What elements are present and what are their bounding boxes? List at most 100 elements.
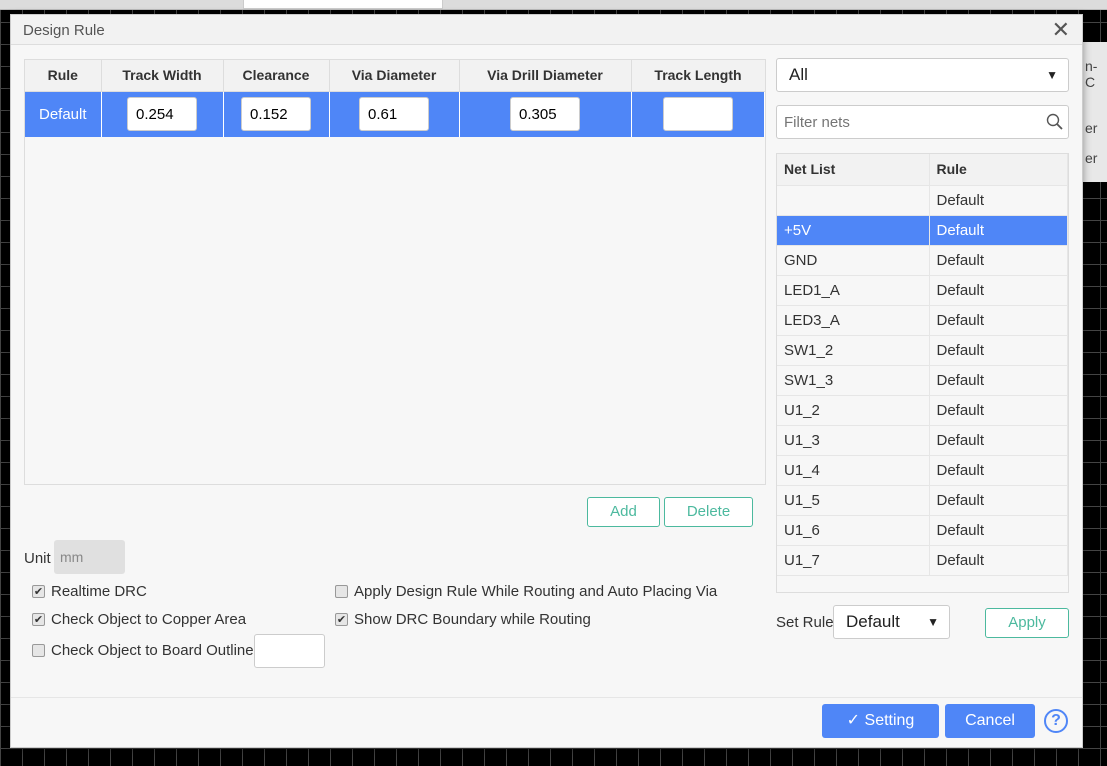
net-name <box>777 185 930 216</box>
checkbox-icon[interactable]: ✔ <box>32 585 45 598</box>
net-row[interactable]: SW1_3 Default <box>777 365 1068 396</box>
via-diameter-input[interactable] <box>359 97 429 132</box>
net-name: U1_3 <box>777 425 930 456</box>
add-button[interactable]: Add <box>587 497 660 527</box>
apply-button[interactable]: Apply <box>985 608 1069 638</box>
net-row[interactable]: U1_4 Default <box>777 455 1068 486</box>
apply-rule-routing-checkbox[interactable]: Apply Design Rule While Routing and Auto… <box>335 583 717 600</box>
side-panel-text: er <box>1085 120 1098 136</box>
chevron-down-icon: ▼ <box>1046 68 1058 82</box>
background-side-panel: n-C er er <box>1083 42 1107 182</box>
net-rule: Default <box>929 275 1068 306</box>
net-name: SW1_3 <box>777 365 930 396</box>
checkbox-icon[interactable] <box>335 585 348 598</box>
help-icon[interactable]: ? <box>1044 709 1068 733</box>
net-name: U1_2 <box>777 395 930 426</box>
checkbox-icon[interactable]: ✔ <box>335 613 348 626</box>
realtime-drc-checkbox[interactable]: ✔ Realtime DRC <box>32 583 147 600</box>
column-header: Track Length <box>631 60 765 92</box>
checkbox-label: Check Object to Copper Area <box>51 611 247 628</box>
column-header: Via Diameter <box>329 60 460 92</box>
net-rule: Default <box>929 455 1068 486</box>
net-name: U1_5 <box>777 485 930 516</box>
delete-button[interactable]: Delete <box>664 497 753 527</box>
net-rule: Default <box>929 515 1068 546</box>
net-name: U1_4 <box>777 455 930 486</box>
unit-label: Unit <box>24 550 51 567</box>
checkbox-icon[interactable]: ✔ <box>32 613 45 626</box>
column-header: Track Width <box>101 60 224 92</box>
column-header: Rule <box>929 154 1068 186</box>
app-tab[interactable] <box>243 0 443 9</box>
set-rule-label: Set Rule <box>776 614 834 631</box>
rules-table: Rule Track Width Clearance Via Diameter … <box>24 59 766 485</box>
checkbox-icon[interactable] <box>32 644 45 657</box>
track-width-input[interactable] <box>127 97 197 132</box>
column-header: Rule <box>25 60 102 92</box>
net-rule: Default <box>929 485 1068 516</box>
footer-divider <box>11 697 1082 698</box>
checkbox-label: Apply Design Rule While Routing and Auto… <box>354 583 718 600</box>
net-row[interactable]: GND Default <box>777 245 1068 276</box>
side-panel-text: n-C <box>1085 58 1098 90</box>
net-row[interactable]: LED1_A Default <box>777 275 1068 306</box>
filter-nets-field[interactable] <box>776 105 1069 139</box>
net-name: SW1_2 <box>777 335 930 366</box>
net-row[interactable]: U1_6 Default <box>777 515 1068 546</box>
clearance-input[interactable] <box>241 97 311 132</box>
unit-field[interactable]: mm <box>54 540 125 574</box>
net-name: LED3_A <box>777 305 930 336</box>
cancel-button[interactable]: Cancel <box>945 704 1035 738</box>
net-name: GND <box>777 245 930 276</box>
check-icon: ✓ <box>846 712 861 729</box>
net-name: U1_7 <box>777 545 930 576</box>
chevron-down-icon: ▼ <box>927 615 939 629</box>
board-outline-input[interactable] <box>254 634 325 668</box>
setting-button[interactable]: ✓ Setting <box>822 704 939 738</box>
drc-boundary-checkbox[interactable]: ✔ Show DRC Boundary while Routing <box>335 611 591 628</box>
dialog-title: Design Rule <box>23 22 105 39</box>
net-list-table: Net List Rule Default +5V Default GND Defaul… <box>776 153 1069 593</box>
net-rule: Default <box>929 545 1068 576</box>
net-name: LED1_A <box>777 275 930 306</box>
net-rule: Default <box>929 185 1068 216</box>
filter-nets-input[interactable] <box>777 106 1027 138</box>
net-row[interactable]: U1_7 Default <box>777 545 1068 576</box>
net-rule: Default <box>929 305 1068 336</box>
net-row[interactable]: SW1_2 Default <box>777 335 1068 366</box>
rule-row[interactable]: Default <box>25 91 765 137</box>
column-header: Via Drill Diameter <box>459 60 632 92</box>
via-drill-diameter-input[interactable] <box>510 97 580 132</box>
checkbox-label: Realtime DRC <box>51 583 147 600</box>
setting-label: Setting <box>864 712 915 729</box>
search-icon[interactable] <box>1046 113 1064 131</box>
net-name: +5V <box>777 215 930 246</box>
net-rule: Default <box>929 245 1068 276</box>
net-row[interactable]: U1_5 Default <box>777 485 1068 516</box>
copper-area-checkbox[interactable]: ✔ Check Object to Copper Area <box>32 611 246 628</box>
net-row[interactable]: Default <box>777 185 1068 216</box>
dialog-titlebar: Design Rule ✕ <box>11 15 1082 45</box>
net-rule: Default <box>929 395 1068 426</box>
side-panel-text: er <box>1085 150 1098 166</box>
checkbox-label: Check Object to Board Outline <box>51 642 254 659</box>
net-rule: Default <box>929 335 1068 366</box>
net-class-select[interactable]: All ▼ <box>776 58 1069 92</box>
select-value: All <box>789 65 808 84</box>
select-value: Default <box>846 612 900 631</box>
design-rule-dialog: Design Rule ✕ Rule Track Width Clearance… <box>10 14 1083 748</box>
checkbox-label: Show DRC Boundary while Routing <box>354 611 591 628</box>
net-row[interactable]: U1_3 Default <box>777 425 1068 456</box>
track-length-input[interactable] <box>662 97 733 132</box>
set-rule-select[interactable]: Default ▼ <box>833 605 950 639</box>
rule-name: Default <box>25 91 102 137</box>
net-name: U1_6 <box>777 515 930 546</box>
board-outline-checkbox[interactable]: Check Object to Board Outline <box>32 642 254 659</box>
net-rule: Default <box>929 365 1068 396</box>
net-row[interactable]: LED3_A Default <box>777 305 1068 336</box>
app-top-bar <box>0 0 1107 10</box>
net-row[interactable]: U1_2 Default <box>777 395 1068 426</box>
column-header: Net List <box>777 154 930 186</box>
net-row[interactable]: +5V Default <box>777 215 1068 246</box>
close-icon[interactable]: ✕ <box>1052 19 1070 41</box>
